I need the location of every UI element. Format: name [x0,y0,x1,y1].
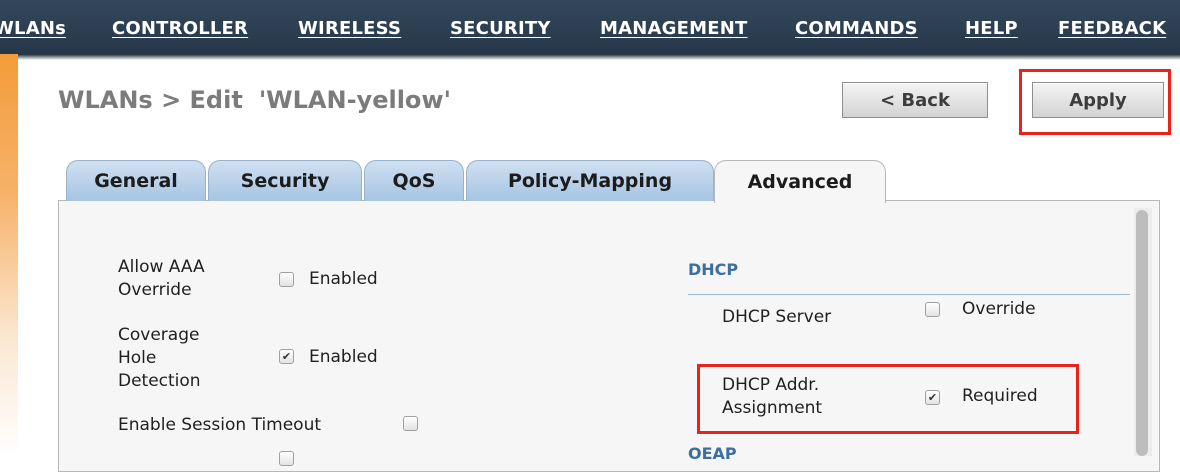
dhcp-section-heading: DHCP [688,260,739,279]
coverage-hole-detection-checkbox[interactable]: ✔ [279,349,294,364]
allow-aaa-override-value: Enabled [309,269,378,289]
tab-advanced[interactable]: Advanced [714,160,886,203]
allow-aaa-override-label: Allow AAA Override [118,256,205,302]
top-nav-bar: WLANs CONTROLLER WIRELESS SECURITY MANAG… [0,0,1180,54]
wlan-name: 'WLAN-yellow' [258,86,451,114]
breadcrumb: WLANs > Edit [58,86,243,114]
coverage-label-line1: Coverage [118,325,200,345]
tab-qos[interactable]: QoS [364,160,464,201]
coverage-hole-detection-value: Enabled [309,347,378,367]
dhcp-server-override-value: Override [962,299,1036,319]
nav-management[interactable]: MANAGEMENT [600,18,747,39]
allow-aaa-label-line2: Override [118,280,192,300]
oeap-section-heading: OEAP [688,444,737,463]
allow-aaa-label-line1: Allow AAA [118,257,205,277]
back-button[interactable]: < Back [842,82,988,118]
page-title: WLANs > Edit 'WLAN-yellow' [58,86,451,114]
session-timeout-label: Enable Session Timeout [118,415,322,435]
dhcp-server-override-checkbox[interactable] [925,302,940,317]
nav-shadow [0,54,1180,60]
dhcp-divider [688,294,1130,295]
allow-aaa-override-checkbox[interactable] [279,272,294,287]
coverage-hole-detection-label: Coverage Hole Detection [118,324,201,393]
coverage-label-line2: Hole [118,348,157,368]
tab-security[interactable]: Security [208,160,362,201]
nav-wireless[interactable]: WIRELESS [298,18,401,39]
nav-controller[interactable]: CONTROLLER [112,18,248,39]
nav-feedback[interactable]: FEEDBACK [1058,18,1166,39]
nav-help[interactable]: HELP [965,18,1018,39]
panel-scrollbar-thumb[interactable] [1136,210,1148,456]
next-row-checkbox[interactable] [279,451,294,466]
dhcp-addr-highlight-box [697,364,1079,434]
session-timeout-checkbox[interactable] [403,416,418,431]
sidebar-accent-strip [0,54,18,456]
apply-highlight-box [1019,69,1171,135]
nav-security[interactable]: SECURITY [450,18,551,39]
nav-commands[interactable]: COMMANDS [795,18,918,39]
tab-general[interactable]: General [66,160,206,201]
dhcp-server-label: DHCP Server [722,307,832,327]
coverage-label-line3: Detection [118,371,201,391]
tab-policy-mapping[interactable]: Policy-Mapping [466,160,714,201]
nav-wlans[interactable]: WLANs [0,18,66,39]
